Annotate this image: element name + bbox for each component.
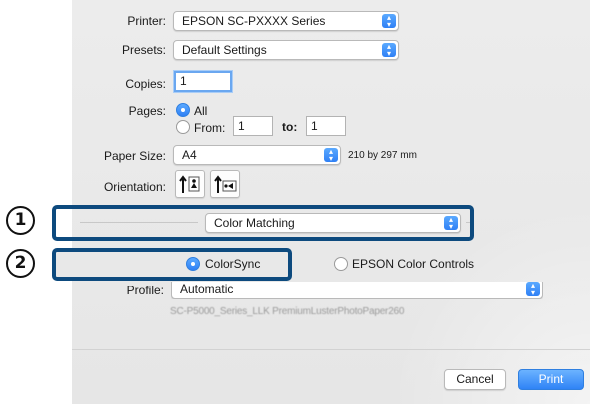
paper-size-popup[interactable]: A4 ▴ ▾ xyxy=(173,145,341,165)
footer-divider xyxy=(72,349,590,350)
paper-size-label: Paper Size: xyxy=(103,149,166,163)
printer-label: Printer: xyxy=(127,14,166,28)
chevron-updown-icon: ▴ ▾ xyxy=(382,14,396,29)
pages-to-label: to: xyxy=(282,120,298,134)
paper-size-value: A4 xyxy=(182,148,197,162)
callout-number-2-text: 2 xyxy=(14,253,27,273)
paper-dimensions: 210 by 297 mm xyxy=(348,150,417,161)
profile-popup[interactable]: Automatic ▴ ▾ xyxy=(171,282,543,299)
chevron-updown-icon: ▴ ▾ xyxy=(526,282,540,297)
colorsync-radio-overlay[interactable] xyxy=(186,257,200,271)
pages-all-radio[interactable] xyxy=(176,103,190,117)
presets-value: Default Settings xyxy=(182,43,267,57)
profile-detail: SC-P5000_Series_LLK PremiumLusterPhotoPa… xyxy=(170,306,405,317)
copies-label: Copies: xyxy=(125,77,166,91)
landscape-icon xyxy=(214,175,237,193)
chevron-updown-icon: ▴ ▾ xyxy=(382,43,396,58)
epson-color-controls-radio[interactable] xyxy=(334,257,348,271)
print-button[interactable]: Print xyxy=(518,369,584,390)
print-dialog xyxy=(72,0,590,404)
printer-popup[interactable]: EPSON SC-PXXXX Series ▴ ▾ xyxy=(173,11,399,31)
presets-popup[interactable]: Default Settings ▴ ▾ xyxy=(173,40,399,60)
portrait-icon xyxy=(179,175,200,193)
orientation-label: Orientation: xyxy=(103,180,166,194)
pages-all-label: All xyxy=(194,104,208,118)
orientation-landscape-button[interactable] xyxy=(210,170,240,198)
printer-value: EPSON SC-PXXXX Series xyxy=(182,14,326,28)
pages-from-radio[interactable] xyxy=(176,120,190,134)
callout-box-1 xyxy=(52,205,474,241)
callout-number-1-text: 1 xyxy=(14,210,27,230)
cancel-button[interactable]: Cancel xyxy=(444,369,506,390)
colorsync-label-overlay: ColorSync xyxy=(205,257,261,271)
callout-number-1: 1 xyxy=(6,206,35,235)
chevron-updown-icon: ▴ ▾ xyxy=(324,148,338,163)
pages-from-field[interactable]: 1 xyxy=(233,116,273,136)
orientation-portrait-button[interactable] xyxy=(175,170,205,198)
pages-label: Pages: xyxy=(128,104,166,118)
pages-to-field[interactable]: 1 xyxy=(306,116,346,136)
epson-color-controls-label: EPSON Color Controls xyxy=(352,257,475,271)
copies-field[interactable]: 1 xyxy=(174,71,232,92)
presets-label: Presets: xyxy=(121,43,166,57)
profile-value: Automatic xyxy=(180,282,234,296)
pages-from-label: From: xyxy=(194,121,226,135)
callout-number-2: 2 xyxy=(6,249,35,278)
